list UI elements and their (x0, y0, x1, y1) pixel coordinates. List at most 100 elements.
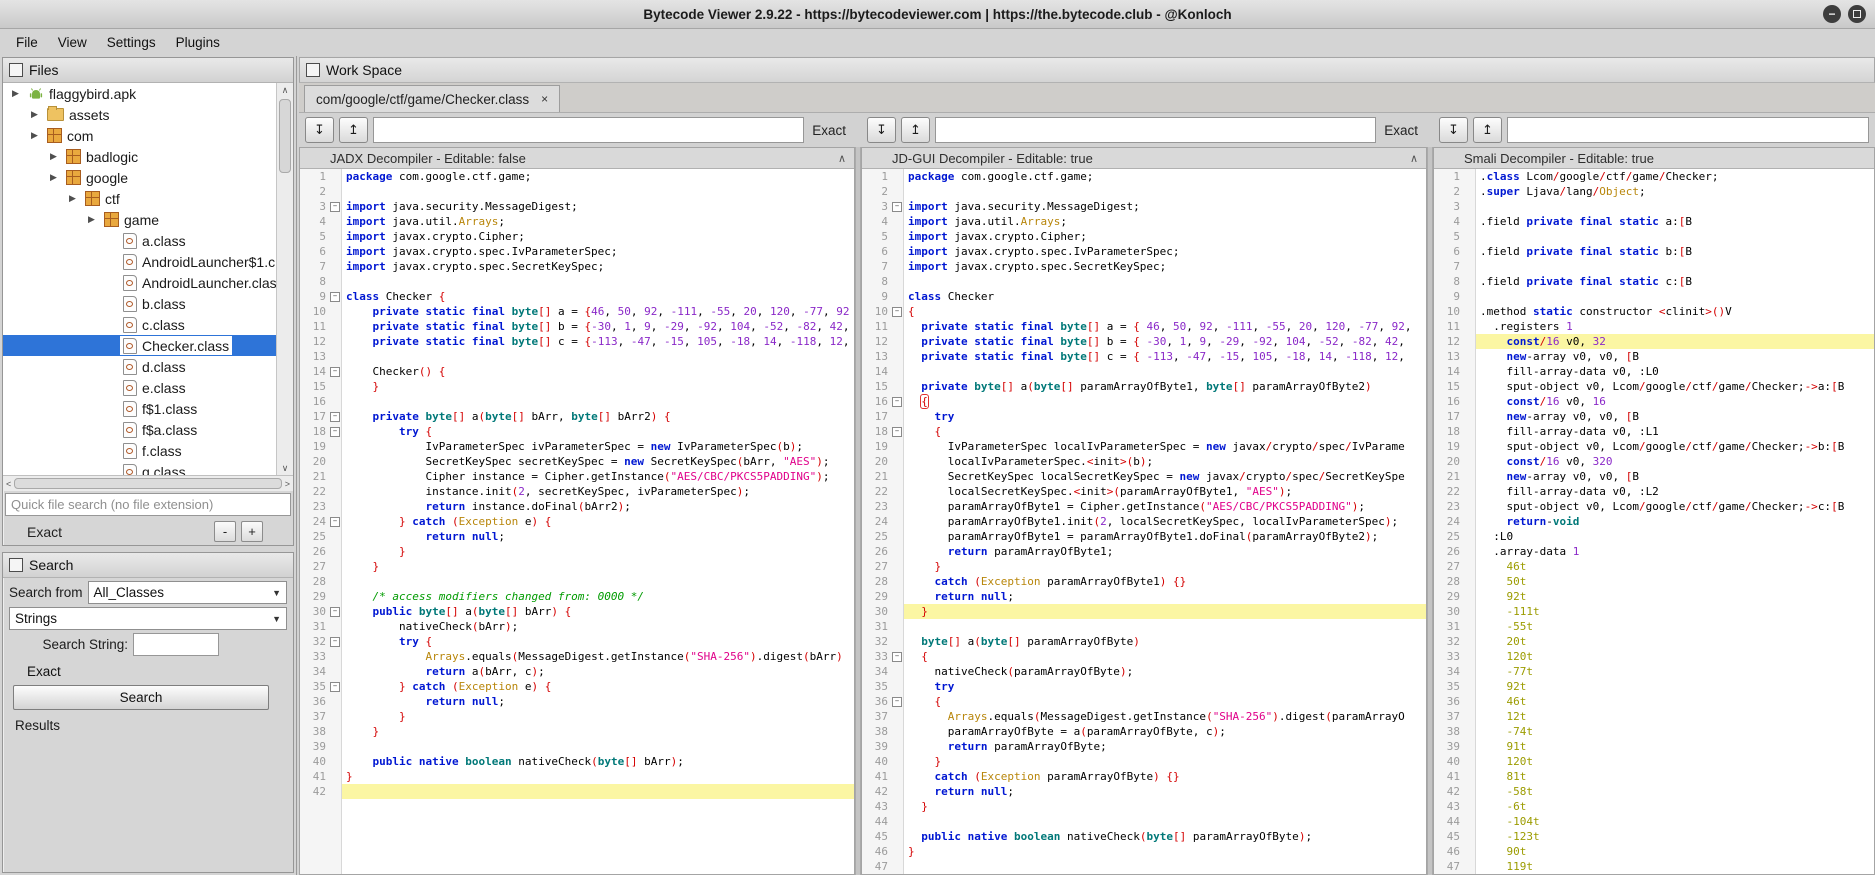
tree-item-AndroidLauncher.clas[interactable]: AndroidLauncher.clas (3, 272, 293, 293)
fold-icon[interactable]: − (890, 304, 904, 319)
code-line: 5import javax.crypto.Cipher; (300, 229, 854, 244)
scroll-up-icon[interactable]: ∧ (277, 83, 293, 97)
fold-icon[interactable]: − (890, 394, 904, 409)
scroll-left-icon[interactable]: < (6, 479, 11, 489)
line-number: 11 (300, 319, 328, 334)
tree-item-assets[interactable]: ▶assets (3, 104, 289, 125)
search-from-select[interactable]: All_Classes ▼ (88, 581, 287, 604)
expander-icon[interactable]: ▶ (86, 214, 97, 225)
expander-icon[interactable]: ▶ (67, 193, 78, 204)
menu-settings[interactable]: Settings (97, 31, 166, 54)
package-icon (104, 212, 119, 227)
pane-search-input[interactable] (1507, 117, 1869, 143)
tree-item-badlogic[interactable]: ▶badlogic (3, 146, 293, 167)
code-line: 40 } (862, 754, 1426, 769)
scroll-down-icon[interactable]: ∨ (277, 461, 293, 475)
close-button[interactable] (1848, 5, 1866, 23)
expander-icon[interactable]: ▶ (48, 151, 59, 162)
line-number: 9 (1434, 289, 1462, 304)
fold-icon[interactable]: − (890, 694, 904, 709)
titlebar: Bytecode Viewer 2.9.22 - https://bytecod… (0, 0, 1875, 29)
fold-icon[interactable]: − (328, 604, 342, 619)
tab-checker-class[interactable]: com/google/ctf/game/Checker.class × (304, 85, 560, 112)
menu-view[interactable]: View (48, 31, 97, 54)
quick-file-search-input[interactable] (5, 493, 291, 516)
code-editor[interactable]: 1package com.google.ctf.game;23−import j… (862, 169, 1426, 874)
expander-icon[interactable]: ▶ (29, 130, 40, 141)
tree-item-c.class[interactable]: c.class (3, 314, 293, 335)
tree-item-AndroidLauncher$1.c[interactable]: AndroidLauncher$1.c (3, 251, 293, 272)
open-icon-button[interactable]: ↥ (1473, 117, 1502, 143)
code-editor[interactable]: 1package com.google.ctf.game;23−import j… (300, 169, 854, 874)
tree-item-game[interactable]: ▶game (3, 209, 293, 230)
fold-column (1462, 619, 1476, 634)
code-line: 43 -6t (1434, 799, 1874, 814)
file-tree[interactable]: ▶flaggybird.apk▶assets▶com▶badlogic▶goog… (3, 83, 293, 475)
tree-vertical-scrollbar[interactable]: ∧ ∨ (276, 83, 293, 475)
fold-column (1462, 334, 1476, 349)
tree-item-ctf[interactable]: ▶ctf (3, 188, 293, 209)
scrollbar-thumb[interactable] (14, 478, 281, 489)
scroll-right-icon[interactable]: > (285, 479, 290, 489)
open-icon-button[interactable]: ↥ (901, 117, 930, 143)
code-editor[interactable]: 1.class Lcom/google/ctf/game/Checker;2.s… (1434, 169, 1874, 874)
package-icon (85, 191, 100, 206)
tree-item-f$1.class[interactable]: f$1.class (3, 398, 293, 419)
tree-item-a.class[interactable]: a.class (3, 230, 293, 251)
menu-plugins[interactable]: Plugins (166, 31, 230, 54)
search-button[interactable]: Search (13, 685, 269, 710)
fold-icon[interactable]: − (328, 424, 342, 439)
tree-item-f$a.class[interactable]: f$a.class (3, 419, 293, 440)
tree-item-google[interactable]: ▶google (3, 167, 293, 188)
tree-item-com[interactable]: ▶com (3, 125, 289, 146)
fold-column (1462, 274, 1476, 289)
save-icon-button[interactable]: ↧ (867, 117, 896, 143)
tree-item-Checker.class[interactable]: Checker.class (3, 335, 293, 356)
search-type-select[interactable]: Strings ▼ (9, 607, 287, 630)
fold-icon[interactable]: − (890, 649, 904, 664)
fold-column (328, 214, 342, 229)
menu-file[interactable]: File (6, 31, 48, 54)
expander-icon[interactable]: ▶ (10, 88, 21, 99)
code-line: 8 (862, 274, 1426, 289)
search-string-input[interactable] (133, 633, 219, 656)
fold-icon[interactable]: − (328, 514, 342, 529)
tree-item-g.class[interactable]: g.class (3, 461, 293, 475)
code-line: 42 (300, 784, 854, 799)
fold-icon[interactable]: − (328, 634, 342, 649)
expander-icon[interactable]: ▶ (48, 172, 59, 183)
tree-item-b.class[interactable]: b.class (3, 293, 293, 314)
font-smaller-button[interactable]: - (214, 521, 236, 542)
tab-close-icon[interactable]: × (541, 93, 548, 105)
save-icon-button[interactable]: ↧ (305, 117, 334, 143)
tree-horizontal-scrollbar[interactable]: < > (3, 475, 293, 491)
fold-icon[interactable]: − (328, 364, 342, 379)
fold-icon[interactable]: − (890, 424, 904, 439)
upload-icon: ↥ (910, 122, 921, 138)
fold-icon[interactable]: − (328, 409, 342, 424)
font-bigger-button[interactable]: + (241, 521, 263, 542)
tree-item-flaggybird.apk[interactable]: ▶flaggybird.apk (3, 83, 270, 104)
code-line: 20 const/16 v0, 320 (1434, 454, 1874, 469)
fold-icon[interactable]: − (328, 679, 342, 694)
save-icon-button[interactable]: ↧ (1439, 117, 1468, 143)
pane-search-input[interactable] (935, 117, 1376, 143)
fold-column (328, 724, 342, 739)
minimize-button[interactable]: − (1823, 5, 1841, 23)
fold-column (890, 439, 904, 454)
collapse-icon[interactable]: ∧ (838, 152, 846, 165)
tree-item-e.class[interactable]: e.class (3, 377, 293, 398)
tree-item-d.class[interactable]: d.class (3, 356, 293, 377)
open-icon-button[interactable]: ↥ (339, 117, 368, 143)
tree-item-f.class[interactable]: f.class (3, 440, 293, 461)
expander-icon[interactable]: ▶ (29, 109, 40, 120)
results-label: Results (15, 718, 293, 733)
fold-icon[interactable]: − (328, 289, 342, 304)
scrollbar-thumb[interactable] (279, 99, 291, 173)
collapse-icon[interactable]: ∧ (1410, 152, 1418, 165)
pane-search-input[interactable] (373, 117, 804, 143)
fold-icon[interactable]: − (890, 199, 904, 214)
fold-column (1462, 499, 1476, 514)
fold-icon[interactable]: − (328, 199, 342, 214)
files-panel-header: Files (3, 58, 293, 83)
